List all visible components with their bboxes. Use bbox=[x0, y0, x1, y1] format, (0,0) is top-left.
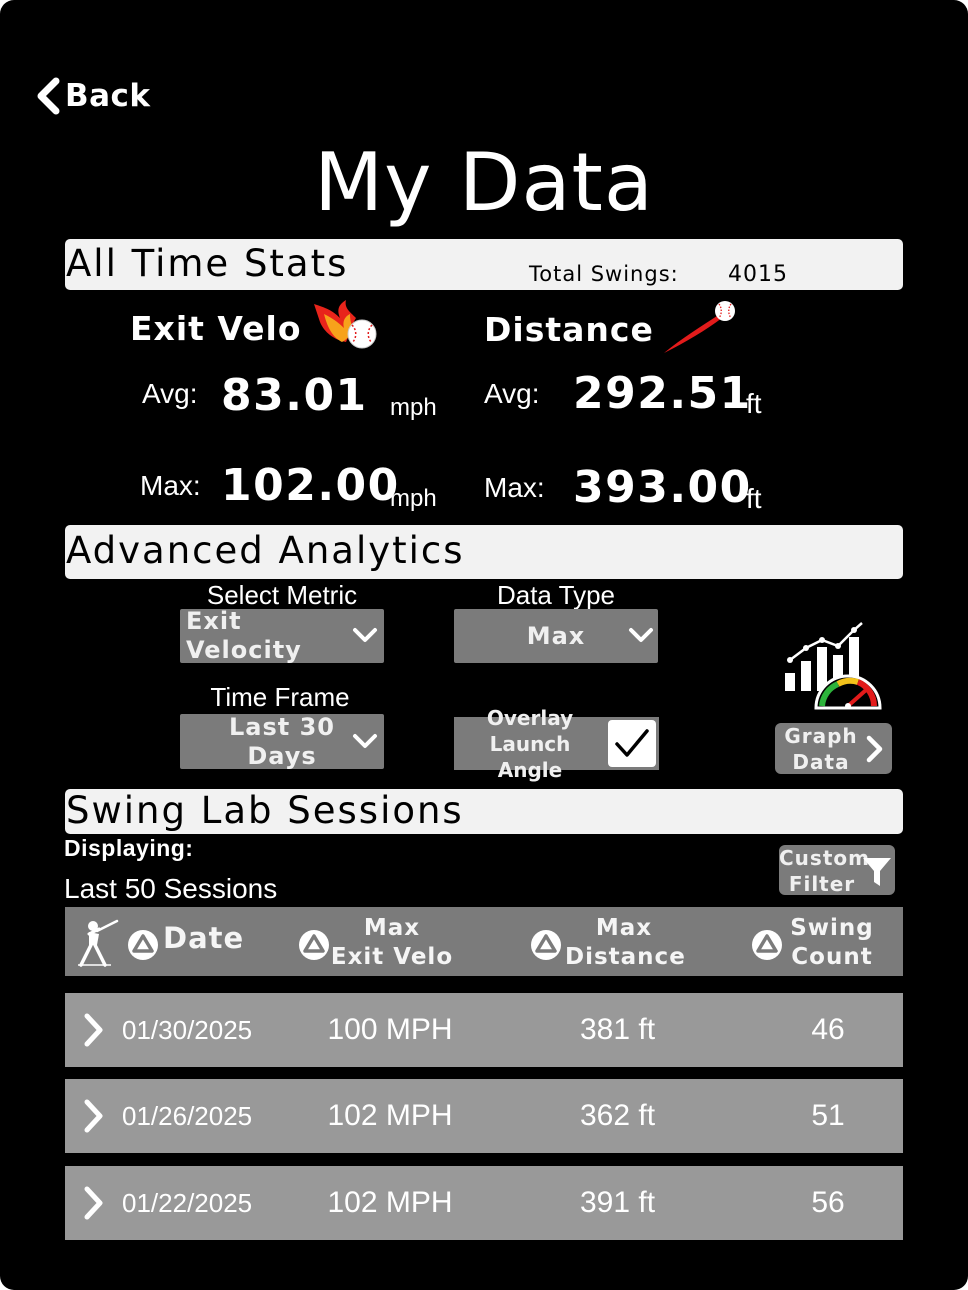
cell-date: 01/26/2025 bbox=[122, 1101, 253, 1131]
sort-swing-count-icon[interactable] bbox=[751, 929, 783, 961]
column-date[interactable]: Date bbox=[163, 924, 244, 953]
exit-velo-avg-unit: mph bbox=[390, 394, 437, 421]
column-max-distance[interactable]: Max Distance bbox=[565, 914, 686, 972]
sort-distance-icon[interactable] bbox=[530, 929, 562, 961]
section-title: Swing Lab Sessions bbox=[66, 789, 464, 832]
checkmark-icon bbox=[615, 729, 649, 757]
data-type-dropdown[interactable]: Max bbox=[454, 609, 658, 663]
chevron-down-icon bbox=[629, 628, 653, 642]
metric-dropdown-value: Exit Velocity bbox=[186, 607, 302, 664]
custom-filter-label: Custom Filter bbox=[779, 845, 870, 897]
custom-filter-button[interactable]: Custom Filter bbox=[779, 845, 895, 897]
cell-max-exit-velo: 100 MPH bbox=[327, 1013, 453, 1046]
cell-max-distance: 391 ft bbox=[579, 1186, 656, 1219]
graph-data-line1: Graph bbox=[784, 724, 858, 748]
overlay-line1: Overlay bbox=[486, 705, 574, 730]
distance-avg-value: 292.51 bbox=[573, 368, 752, 419]
exit-velo-max-unit: mph bbox=[390, 485, 437, 512]
distance-max-label: Max: bbox=[484, 472, 545, 503]
column-velo-line2: Exit Velo bbox=[330, 944, 454, 970]
total-swings-value: 4015 bbox=[728, 262, 788, 287]
column-count-line1: Swing bbox=[790, 915, 874, 941]
section-title: Advanced Analytics bbox=[66, 529, 465, 572]
chevron-left-icon bbox=[37, 77, 60, 115]
column-swing-count[interactable]: Swing Count bbox=[787, 914, 877, 972]
overlay-launch-angle-toggle[interactable]: Overlay Launch Angle bbox=[454, 706, 659, 782]
table-header: Date Max Exit Velo Max Distance Swing Co… bbox=[65, 907, 903, 976]
cell-max-distance: 381 ft bbox=[579, 1013, 656, 1046]
cell-max-distance: 362 ft bbox=[579, 1099, 656, 1132]
displaying-label: Displaying: bbox=[64, 835, 194, 861]
time-frame-dropdown[interactable]: Last 30 Days bbox=[180, 713, 384, 770]
back-button[interactable]: Back bbox=[34, 76, 151, 116]
chevron-right-icon bbox=[84, 1099, 103, 1133]
overlay-line2: Launch Angle bbox=[489, 731, 571, 782]
distance-max-value: 393.00 bbox=[573, 462, 752, 513]
back-label: Back bbox=[65, 78, 151, 114]
chevron-right-icon bbox=[84, 1186, 103, 1220]
cell-max-exit-velo: 102 MPH bbox=[327, 1186, 453, 1219]
all-time-stats-header: All Time Stats Total Swings: 4015 bbox=[65, 239, 903, 290]
graph-data-line2: Data bbox=[792, 750, 850, 774]
page-title: My Data bbox=[314, 136, 654, 229]
graph-data-label: Graph Data bbox=[779, 723, 863, 775]
swing-lab-sessions-header: Swing Lab Sessions bbox=[65, 789, 903, 834]
graph-data-button[interactable]: Graph Data bbox=[775, 723, 892, 774]
time-frame-label: Time Frame bbox=[210, 682, 350, 712]
overlay-checkbox[interactable] bbox=[608, 720, 656, 767]
flaming-baseball-icon bbox=[314, 300, 377, 349]
custom-filter-line1: Custom bbox=[779, 846, 870, 870]
column-velo-line1: Max bbox=[363, 915, 421, 941]
total-swings-label: Total Swings: bbox=[529, 262, 679, 286]
distance-avg-unit: ft bbox=[746, 388, 762, 419]
chevron-right-icon bbox=[84, 1013, 103, 1047]
chevron-right-icon bbox=[866, 735, 883, 763]
baseball-trajectory-icon bbox=[664, 301, 735, 353]
data-type-label: Data Type bbox=[496, 580, 616, 610]
exit-velo-max-value: 102.00 bbox=[221, 460, 400, 511]
sort-date-icon[interactable] bbox=[127, 929, 159, 961]
exit-velo-avg-label: Avg: bbox=[142, 378, 198, 409]
distance-avg-label: Avg: bbox=[484, 378, 540, 409]
displaying-value: Last 50 Sessions bbox=[64, 873, 278, 904]
batter-icon bbox=[78, 919, 119, 967]
screen: Back My Data All Time Stats Total Swings… bbox=[0, 0, 968, 1290]
filter-funnel-icon bbox=[863, 858, 891, 886]
cell-date: 01/30/2025 bbox=[122, 1015, 253, 1045]
cell-swing-count: 46 bbox=[811, 1013, 845, 1046]
chevron-down-icon bbox=[353, 734, 377, 748]
sessions-table: Date Max Exit Velo Max Distance Swing Co… bbox=[65, 907, 903, 1240]
sort-exit-velo-icon[interactable] bbox=[298, 929, 330, 961]
column-count-line2: Count bbox=[791, 944, 873, 970]
distance-max-unit: ft bbox=[746, 483, 762, 514]
table-row[interactable]: 01/22/2025 102 MPH 391 ft 56 bbox=[65, 1166, 903, 1240]
cell-swing-count: 51 bbox=[811, 1099, 845, 1132]
exit-velo-title: Exit Velo bbox=[130, 309, 302, 348]
table-row[interactable]: 01/30/2025 100 MPH 381 ft 46 bbox=[65, 993, 903, 1067]
cell-date: 01/22/2025 bbox=[122, 1188, 253, 1218]
metric-dropdown[interactable]: Exit Velocity bbox=[180, 607, 384, 664]
column-dist-line1: Max bbox=[595, 915, 653, 941]
distance-title: Distance bbox=[484, 310, 654, 349]
chart-gauge-icon bbox=[783, 622, 882, 710]
exit-velo-avg-value: 83.01 bbox=[221, 370, 368, 421]
cell-max-exit-velo: 102 MPH bbox=[327, 1099, 453, 1132]
column-dist-line2: Distance bbox=[565, 944, 686, 970]
chevron-down-icon bbox=[353, 628, 377, 642]
exit-velo-max-label: Max: bbox=[140, 470, 201, 501]
advanced-analytics-header: Advanced Analytics bbox=[65, 525, 903, 579]
overlay-label: Overlay Launch Angle bbox=[454, 705, 606, 783]
column-max-exit-velo[interactable]: Max Exit Velo bbox=[327, 914, 457, 972]
section-title: All Time Stats bbox=[66, 242, 349, 285]
table-row[interactable]: 01/26/2025 102 MPH 362 ft 51 bbox=[65, 1079, 903, 1153]
custom-filter-line2: Filter bbox=[788, 872, 856, 896]
cell-swing-count: 56 bbox=[811, 1186, 845, 1219]
